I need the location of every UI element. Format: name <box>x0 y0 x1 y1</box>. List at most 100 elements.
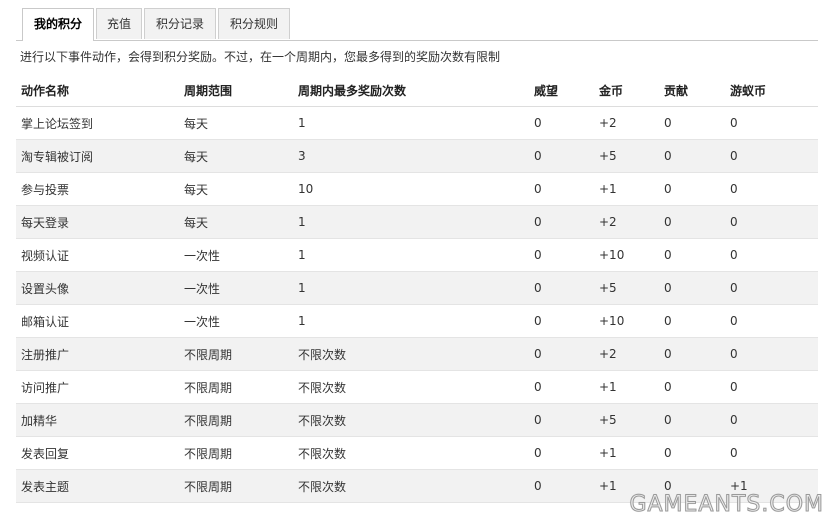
cell-max-rewards: 1 <box>293 106 529 140</box>
cell-ant-coin: 0 <box>725 436 818 470</box>
table-row: 发表回复 不限周期 不限次数 0 +1 0 0 <box>16 436 818 470</box>
cell-prestige: 0 <box>529 304 594 338</box>
cell-max-rewards: 1 <box>293 271 529 305</box>
cell-action-name: 参与投票 <box>16 172 179 206</box>
header-gold: 金币 <box>594 74 659 107</box>
table-row: 视频认证 一次性 1 0 +10 0 0 <box>16 238 818 272</box>
tab-credit-log[interactable]: 积分记录 <box>144 8 216 39</box>
cell-prestige: 0 <box>529 139 594 173</box>
cell-max-rewards: 不限次数 <box>293 403 529 437</box>
cell-ant-coin: 0 <box>725 304 818 338</box>
cell-ant-coin: 0 <box>725 139 818 173</box>
table-row: 参与投票 每天 10 0 +1 0 0 <box>16 172 818 206</box>
cell-max-rewards: 1 <box>293 238 529 272</box>
header-ant-coin: 游蚁币 <box>725 74 818 107</box>
cell-gold: +2 <box>594 205 659 239</box>
tab-my-credits[interactable]: 我的积分 <box>22 8 94 41</box>
cell-cycle: 不限周期 <box>179 469 293 503</box>
header-action-name: 动作名称 <box>16 74 179 107</box>
cell-cycle: 一次性 <box>179 304 293 338</box>
cell-max-rewards: 1 <box>293 205 529 239</box>
cell-max-rewards: 不限次数 <box>293 370 529 404</box>
cell-cycle: 每天 <box>179 205 293 239</box>
cell-cycle: 不限周期 <box>179 337 293 371</box>
cell-max-rewards: 10 <box>293 172 529 206</box>
cell-gold: +5 <box>594 271 659 305</box>
cell-prestige: 0 <box>529 403 594 437</box>
cell-gold: +1 <box>594 172 659 206</box>
rules-notice: 进行以下事件动作，会得到积分奖励。不过，在一个周期内，您最多得到的奖励次数有限制 <box>20 50 501 64</box>
table-row: 设置头像 一次性 1 0 +5 0 0 <box>16 271 818 305</box>
cell-ant-coin: +1 <box>725 469 818 503</box>
cell-cycle: 每天 <box>179 172 293 206</box>
credit-rules-table: 动作名称 周期范围 周期内最多奖励次数 威望 金币 贡献 游蚁币 掌上论坛签到每… <box>16 74 818 503</box>
cell-contribution: 0 <box>659 106 725 140</box>
cell-contribution: 0 <box>659 304 725 338</box>
cell-ant-coin: 0 <box>725 205 818 239</box>
cell-action-name: 发表回复 <box>16 436 179 470</box>
cell-max-rewards: 不限次数 <box>293 436 529 470</box>
cell-ant-coin: 0 <box>725 370 818 404</box>
cell-action-name: 邮箱认证 <box>16 304 179 338</box>
cell-prestige: 0 <box>529 238 594 272</box>
table-row: 掌上论坛签到 每天 1 0 +2 0 0 <box>16 106 818 140</box>
tab-credit-rules[interactable]: 积分规则 <box>218 8 290 39</box>
cell-action-name: 淘专辑被订阅 <box>16 139 179 173</box>
cell-max-rewards: 1 <box>293 304 529 338</box>
cell-cycle: 每天 <box>179 139 293 173</box>
credit-rules-page: 我的积分 充值 积分记录 积分规则 进行以下事件动作，会得到积分奖励。不过，在一… <box>0 0 840 523</box>
cell-contribution: 0 <box>659 172 725 206</box>
table-body: 掌上论坛签到 每天 1 0 +2 0 0 淘专辑被订阅 每天 3 0 +5 0 0 参与投票 每天 10 0 +1 0… <box>16 106 818 503</box>
cell-cycle: 一次性 <box>179 271 293 305</box>
cell-gold: +10 <box>594 238 659 272</box>
cell-ant-coin: 0 <box>725 106 818 140</box>
cell-gold: +5 <box>594 403 659 437</box>
cell-action-name: 发表主题 <box>16 469 179 503</box>
cell-gold: +2 <box>594 337 659 371</box>
cell-contribution: 0 <box>659 370 725 404</box>
cell-cycle: 不限周期 <box>179 436 293 470</box>
cell-max-rewards: 不限次数 <box>293 469 529 503</box>
header-contribution: 贡献 <box>659 74 725 107</box>
cell-prestige: 0 <box>529 106 594 140</box>
table-row: 淘专辑被订阅 每天 3 0 +5 0 0 <box>16 139 818 173</box>
cell-cycle: 不限周期 <box>179 403 293 437</box>
cell-ant-coin: 0 <box>725 403 818 437</box>
cell-contribution: 0 <box>659 139 725 173</box>
cell-prestige: 0 <box>529 436 594 470</box>
cell-contribution: 0 <box>659 271 725 305</box>
cell-contribution: 0 <box>659 238 725 272</box>
header-prestige: 威望 <box>529 74 594 107</box>
tab-recharge[interactable]: 充值 <box>96 8 142 39</box>
cell-gold: +1 <box>594 469 659 503</box>
cell-gold: +1 <box>594 370 659 404</box>
cell-action-name: 设置头像 <box>16 271 179 305</box>
cell-gold: +1 <box>594 436 659 470</box>
cell-ant-coin: 0 <box>725 172 818 206</box>
cell-action-name: 注册推广 <box>16 337 179 371</box>
table-row: 访问推广 不限周期 不限次数 0 +1 0 0 <box>16 370 818 404</box>
cell-prestige: 0 <box>529 205 594 239</box>
cell-prestige: 0 <box>529 469 594 503</box>
cell-contribution: 0 <box>659 403 725 437</box>
table-header-row: 动作名称 周期范围 周期内最多奖励次数 威望 金币 贡献 游蚁币 <box>16 74 818 107</box>
cell-ant-coin: 0 <box>725 337 818 371</box>
cell-prestige: 0 <box>529 172 594 206</box>
cell-cycle: 不限周期 <box>179 370 293 404</box>
cell-action-name: 视频认证 <box>16 238 179 272</box>
cell-contribution: 0 <box>659 205 725 239</box>
cell-contribution: 0 <box>659 337 725 371</box>
header-cycle: 周期范围 <box>179 74 293 107</box>
table-row: 发表主题 不限周期 不限次数 0 +1 0 +1 <box>16 469 818 503</box>
cell-action-name: 每天登录 <box>16 205 179 239</box>
cell-gold: +5 <box>594 139 659 173</box>
table-row: 注册推广 不限周期 不限次数 0 +2 0 0 <box>16 337 818 371</box>
header-max-rewards: 周期内最多奖励次数 <box>293 74 529 107</box>
cell-action-name: 掌上论坛签到 <box>16 106 179 140</box>
cell-max-rewards: 不限次数 <box>293 337 529 371</box>
cell-contribution: 0 <box>659 469 725 503</box>
cell-action-name: 访问推广 <box>16 370 179 404</box>
cell-ant-coin: 0 <box>725 238 818 272</box>
cell-gold: +2 <box>594 106 659 140</box>
table-row: 每天登录 每天 1 0 +2 0 0 <box>16 205 818 239</box>
